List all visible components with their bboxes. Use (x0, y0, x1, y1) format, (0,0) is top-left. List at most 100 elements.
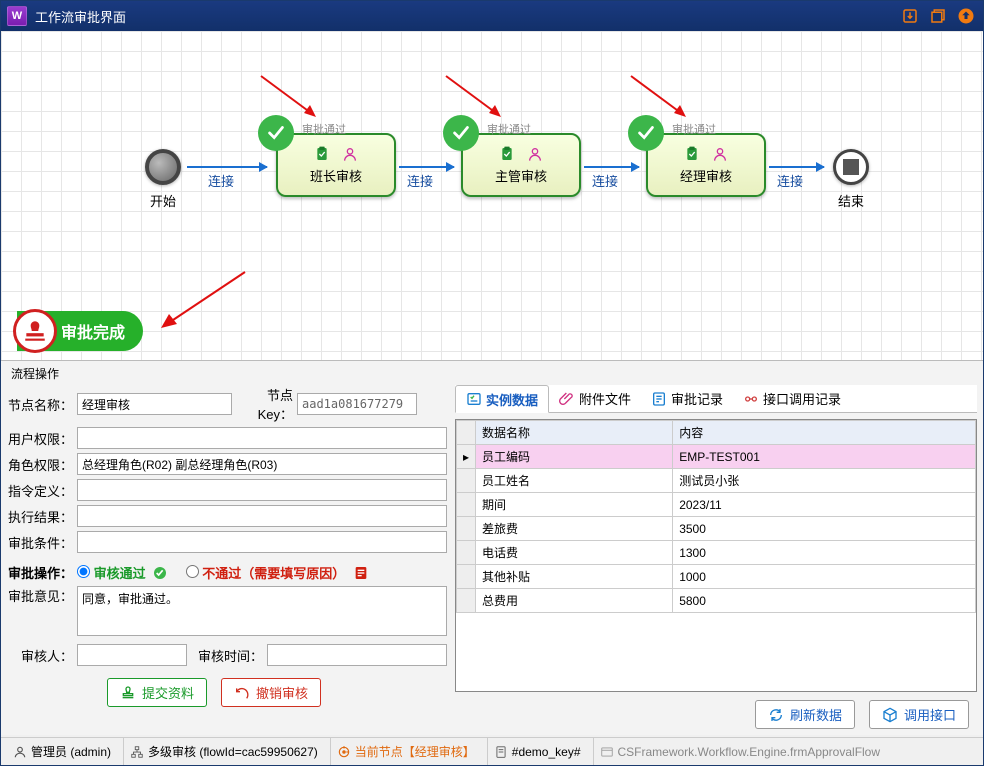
cell-value: EMP-TEST001 (673, 445, 976, 469)
tab-attachment[interactable]: 附件文件 (549, 385, 641, 412)
flow-task-node-3[interactable]: 审批通过 经理审核 (646, 133, 766, 197)
flow-connector (584, 166, 639, 168)
refresh-button[interactable]: 刷新数据 (755, 700, 855, 729)
user-icon (712, 146, 728, 162)
radio-pass[interactable]: 审核通过 (77, 563, 146, 582)
check-badge-icon (152, 565, 168, 581)
titlebar-buttons (899, 5, 977, 27)
section-title: 流程操作 (11, 365, 977, 382)
right-actions: 刷新数据 调用接口 (455, 700, 969, 729)
input-review-time[interactable] (267, 644, 447, 666)
cell-name: 差旅费 (476, 517, 673, 541)
stamp-icon (120, 685, 136, 701)
submit-button[interactable]: 提交资料 (107, 678, 207, 707)
lower-panel: 流程操作 节点名称： 节点Key： 用户权限： 角色权限： 指令定义： (1, 361, 983, 735)
flow-connector (187, 166, 267, 168)
table-row[interactable]: 期间2023/11 (457, 493, 976, 517)
check-circle-icon (258, 115, 294, 151)
data-panel: 实例数据 附件文件 审批记录 接口调用记录 (455, 385, 977, 731)
radio-fail[interactable]: 不通过（需要填写原因） (186, 563, 346, 582)
data-grid[interactable]: 数据名称 内容 ▸员工编码EMP-TEST001员工姓名测试员小张期间2023/… (455, 419, 977, 692)
close-button[interactable] (955, 5, 977, 27)
maximize-restore-button[interactable] (927, 5, 949, 27)
label-exec-result: 执行结果： (7, 507, 77, 526)
table-row[interactable]: 其他补贴1000 (457, 565, 976, 589)
minimize-to-tray-button[interactable] (899, 5, 921, 27)
flow-start-node[interactable]: 开始 (145, 149, 181, 210)
task-name: 班长审核 (310, 166, 362, 185)
table-row[interactable]: ▸员工编码EMP-TEST001 (457, 445, 976, 469)
flow-link-label: 连接 (777, 171, 803, 190)
input-role-perm[interactable] (77, 453, 447, 475)
cell-value: 测试员小张 (673, 469, 976, 493)
clipboard-icon (684, 146, 700, 162)
table-row[interactable]: 电话费1300 (457, 541, 976, 565)
stamp-icon (13, 309, 57, 353)
input-node-key[interactable] (297, 393, 417, 415)
table-row[interactable]: 员工姓名测试员小张 (457, 469, 976, 493)
input-reviewer[interactable] (77, 644, 187, 666)
flow-canvas[interactable]: 开始 连接 连接 连接 连接 审批通过 班长审核 审批通过 主管审核 (1, 31, 983, 361)
clipboard-icon (314, 146, 330, 162)
table-row[interactable]: 差旅费3500 (457, 517, 976, 541)
invoke-button[interactable]: 调用接口 (869, 700, 969, 729)
list-check-icon (466, 391, 482, 407)
input-cmd-def[interactable] (77, 479, 447, 501)
label-reviewer: 审核人： (7, 646, 77, 665)
input-user-perm[interactable] (77, 427, 447, 449)
api-icon (743, 391, 759, 407)
flow-link-label: 连接 (592, 171, 618, 190)
task-name: 经理审核 (680, 166, 732, 185)
label-review-time: 审核时间： (187, 646, 267, 665)
table-row[interactable]: 总费用5800 (457, 589, 976, 613)
end-label: 结束 (833, 191, 869, 210)
input-exec-result[interactable] (77, 505, 447, 527)
input-node-name[interactable] (77, 393, 232, 415)
tab-instance-data[interactable]: 实例数据 (455, 385, 549, 413)
label-role-perm: 角色权限： (7, 455, 77, 474)
flow-end-node[interactable]: 结束 (833, 149, 869, 210)
tab-approval-log[interactable]: 审批记录 (641, 385, 733, 412)
annotation-arrow (153, 266, 253, 336)
flow-task-node-1[interactable]: 审批通过 班长审核 (276, 133, 396, 197)
status-flow: 多级审核 (flowId=cac59950627) (123, 738, 324, 765)
flow-link-label: 连接 (208, 171, 234, 190)
task-name: 主管审核 (495, 166, 547, 185)
input-approval-cond[interactable] (77, 531, 447, 553)
label-approval-opinion: 审批意见： (7, 586, 77, 605)
label-cmd-def: 指令定义： (7, 481, 77, 500)
status-user: 管理员 (admin) (7, 738, 117, 765)
note-warning-icon (353, 565, 369, 581)
status-form-class: CSFramework.Workflow.Engine.frmApprovalF… (593, 738, 887, 765)
cell-name: 总费用 (476, 589, 673, 613)
user-icon (342, 146, 358, 162)
flow-connector (399, 166, 454, 168)
col-header-value[interactable]: 内容 (673, 421, 976, 445)
cell-name: 员工编码 (476, 445, 673, 469)
flow-task-node-2[interactable]: 审批通过 主管审核 (461, 133, 581, 197)
tab-interface-log[interactable]: 接口调用记录 (733, 385, 851, 412)
col-header-name[interactable]: 数据名称 (476, 421, 673, 445)
cube-icon (882, 707, 898, 723)
flow-connector (769, 166, 824, 168)
status-demo-key: #demo_key# (487, 738, 587, 765)
user-icon (13, 745, 27, 759)
cell-value: 1000 (673, 565, 976, 589)
cell-name: 其他补贴 (476, 565, 673, 589)
task-status: 审批通过 (302, 121, 346, 137)
revoke-button[interactable]: 撤销审核 (221, 678, 321, 707)
cell-value: 1300 (673, 541, 976, 565)
left-actions: 提交资料 撤销审核 (107, 678, 447, 707)
task-status: 审批通过 (672, 121, 716, 137)
clipboard-icon (499, 146, 515, 162)
label-user-perm: 用户权限： (7, 429, 77, 448)
form-panel: 节点名称： 节点Key： 用户权限： 角色权限： 指令定义： 执行结果： (7, 385, 447, 731)
status-bar: 管理员 (admin) 多级审核 (flowId=cac59950627) 当前… (1, 737, 983, 765)
label-node-key: 节点Key： (232, 385, 297, 423)
cell-value: 3500 (673, 517, 976, 541)
textarea-approval-opinion[interactable] (77, 586, 447, 636)
window-icon (600, 745, 614, 759)
user-icon (527, 146, 543, 162)
cell-name: 电话费 (476, 541, 673, 565)
sitemap-icon (130, 745, 144, 759)
